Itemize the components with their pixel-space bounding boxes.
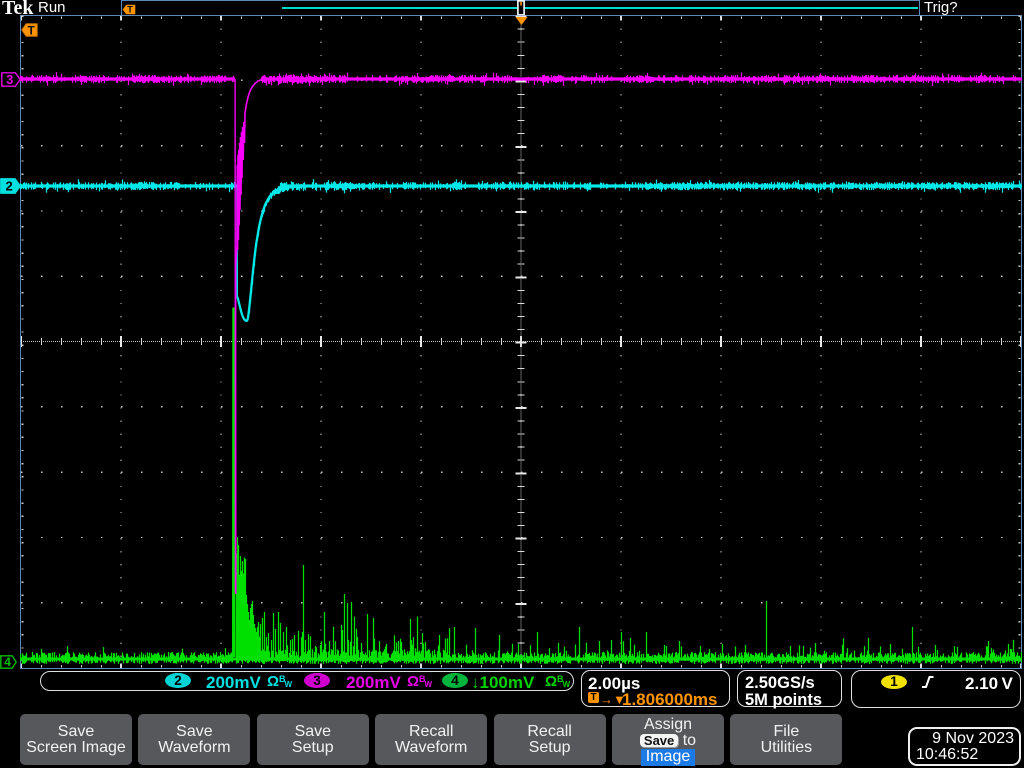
- svg-text:T: T: [127, 4, 133, 15]
- svg-text:4: 4: [4, 655, 11, 669]
- svg-text:T: T: [28, 24, 36, 38]
- svg-text:2: 2: [5, 179, 12, 194]
- svg-text:3: 3: [6, 72, 13, 87]
